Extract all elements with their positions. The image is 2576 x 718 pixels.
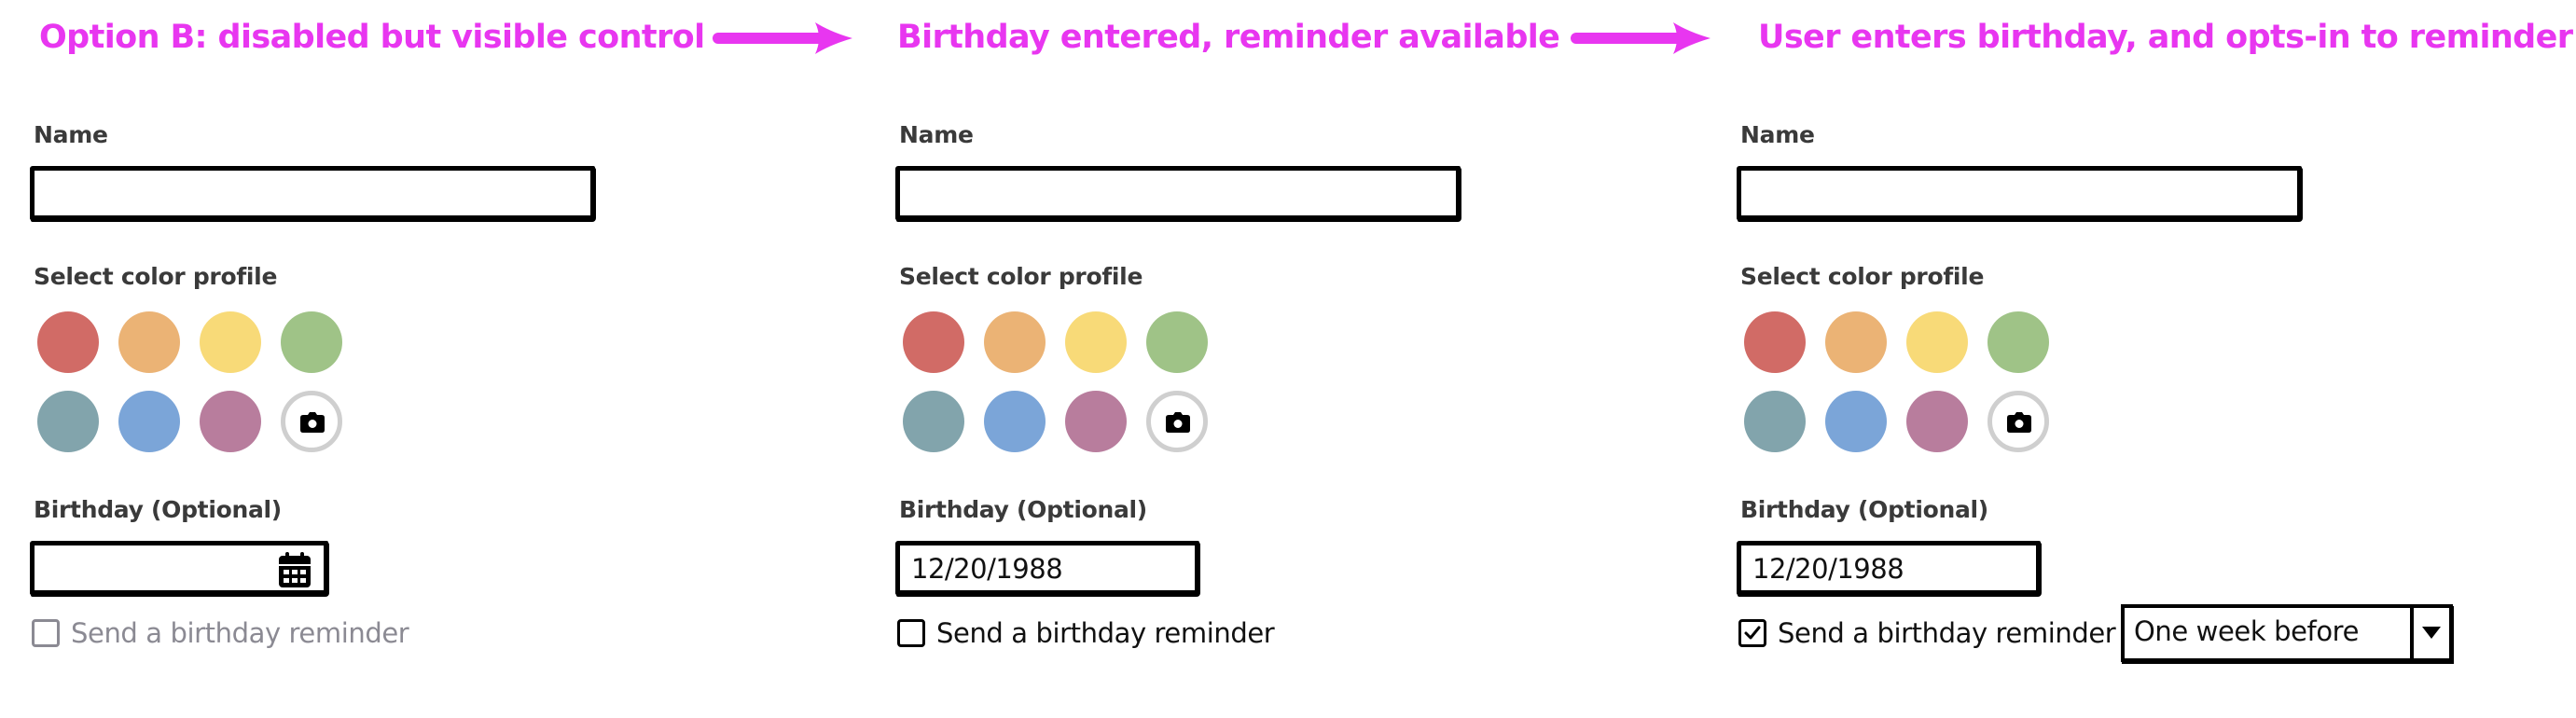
upload-photo-button[interactable]	[281, 391, 342, 452]
color-swatch-blue[interactable]	[984, 391, 1046, 452]
color-profile-label: Select color profile	[34, 263, 278, 290]
color-swatch-yellow[interactable]	[1906, 311, 1968, 373]
reminder-timing-value: One week before	[2134, 615, 2360, 647]
reminder-checkbox[interactable]	[897, 619, 925, 647]
color-swatch-grid	[37, 311, 354, 470]
birthday-input[interactable]: 12/20/1988	[895, 541, 1199, 595]
color-swatch-teal[interactable]	[903, 391, 964, 452]
birthday-label: Birthday (Optional)	[34, 496, 282, 523]
birthday-value: 12/20/1988	[1752, 553, 1904, 585]
color-swatch-orange[interactable]	[984, 311, 1046, 373]
upload-photo-button[interactable]	[1146, 391, 1208, 452]
color-swatch-orange[interactable]	[118, 311, 180, 373]
name-label: Name	[34, 121, 108, 148]
color-swatch-blue[interactable]	[118, 391, 180, 452]
color-profile-label: Select color profile	[899, 263, 1143, 290]
color-swatch-grid	[903, 311, 1220, 470]
reminder-checkbox	[32, 619, 60, 647]
birthday-value: 12/20/1988	[911, 553, 1063, 585]
color-swatch-green[interactable]	[1987, 311, 2049, 373]
select-divider	[2410, 608, 2414, 658]
name-label: Name	[899, 121, 974, 148]
color-swatch-yellow[interactable]	[200, 311, 261, 373]
camera-icon	[2007, 412, 2031, 433]
name-input[interactable]	[1737, 166, 2302, 220]
birthday-input[interactable]	[30, 541, 328, 595]
form-panel-opted-in: Name Select color profile Birthday (Opti…	[1737, 0, 2539, 718]
reminder-timing-select[interactable]: One week before	[2121, 604, 2453, 662]
camera-icon	[300, 412, 325, 433]
reminder-checkbox[interactable]	[1738, 619, 1766, 647]
color-swatch-red[interactable]	[1744, 311, 1806, 373]
color-swatch-green[interactable]	[281, 311, 342, 373]
name-input[interactable]	[895, 166, 1461, 220]
color-swatch-mauve[interactable]	[200, 391, 261, 452]
color-swatch-grid	[1744, 311, 2061, 470]
color-swatch-teal[interactable]	[1744, 391, 1806, 452]
form-panel-birthday-entered: Name Select color profile Birthday (Opti…	[895, 0, 1697, 718]
color-swatch-teal[interactable]	[37, 391, 99, 452]
name-label: Name	[1740, 121, 1815, 148]
form-panel-disabled: Name Select color profile Birthday (Opti…	[30, 0, 832, 718]
name-input[interactable]	[30, 166, 595, 220]
birthday-label: Birthday (Optional)	[1740, 496, 1988, 523]
camera-icon	[1166, 412, 1190, 433]
color-swatch-orange[interactable]	[1825, 311, 1887, 373]
reminder-label: Send a birthday reminder	[936, 617, 1275, 649]
color-swatch-red[interactable]	[37, 311, 99, 373]
birthday-input[interactable]: 12/20/1988	[1737, 541, 2041, 595]
calendar-icon[interactable]	[279, 552, 311, 587]
reminder-label: Send a birthday reminder	[71, 617, 409, 649]
color-swatch-green[interactable]	[1146, 311, 1208, 373]
checkmark-icon	[1744, 626, 1761, 640]
chevron-down-icon[interactable]	[2422, 627, 2441, 639]
color-swatch-mauve[interactable]	[1065, 391, 1127, 452]
birthday-label: Birthday (Optional)	[899, 496, 1147, 523]
color-swatch-mauve[interactable]	[1906, 391, 1968, 452]
color-swatch-red[interactable]	[903, 311, 964, 373]
color-swatch-yellow[interactable]	[1065, 311, 1127, 373]
upload-photo-button[interactable]	[1987, 391, 2049, 452]
reminder-label: Send a birthday reminder	[1778, 617, 2116, 649]
color-swatch-blue[interactable]	[1825, 391, 1887, 452]
color-profile-label: Select color profile	[1740, 263, 1985, 290]
